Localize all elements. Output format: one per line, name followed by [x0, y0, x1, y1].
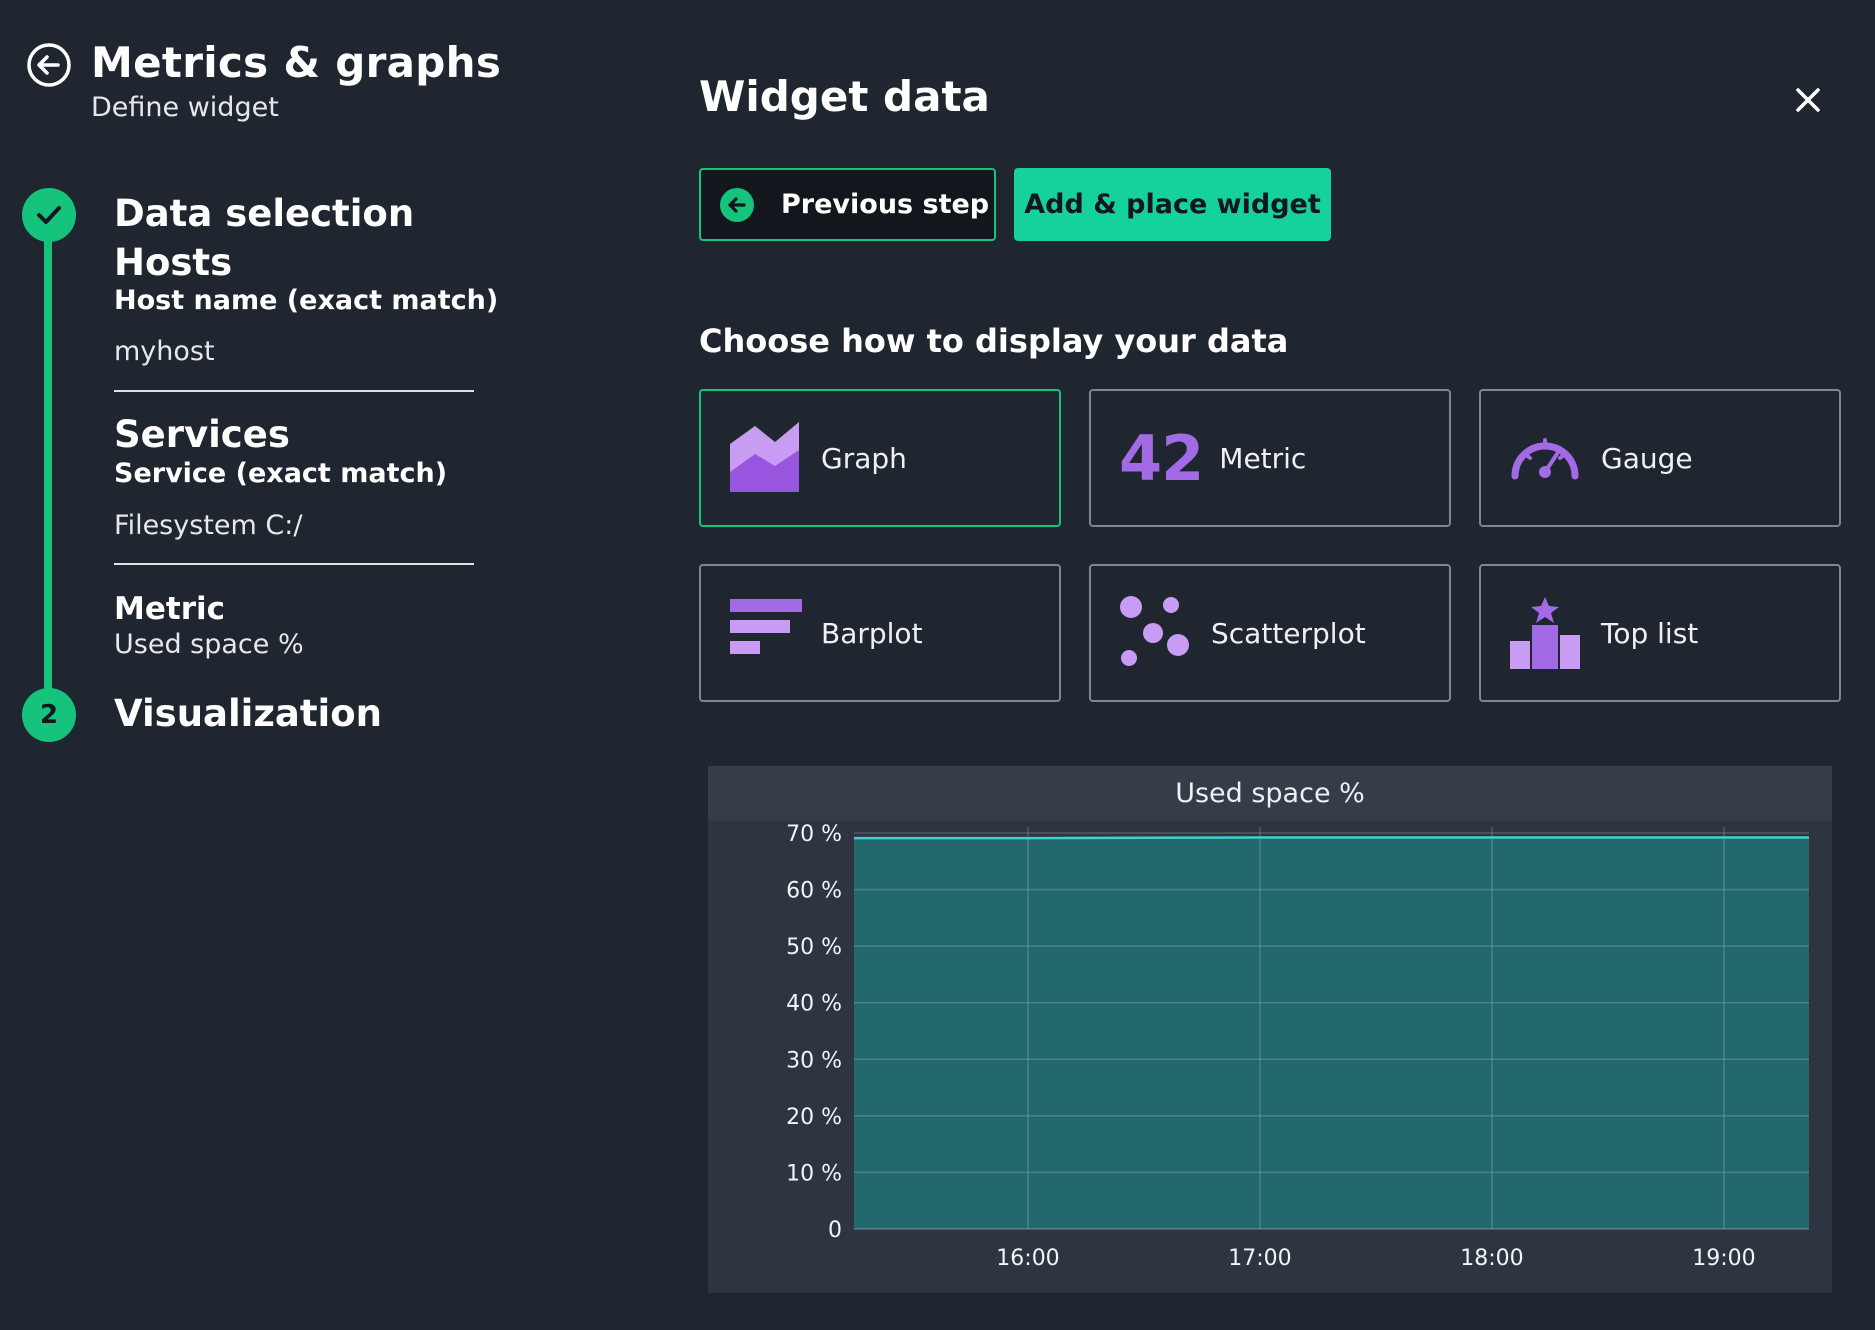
page-title: Metrics & graphs	[91, 38, 502, 87]
previous-step-button[interactable]: Previous step	[699, 168, 996, 241]
metric-heading: Metric	[114, 591, 225, 627]
arrow-left-circle-icon	[720, 187, 754, 222]
chart-y-tick-label: 0	[828, 1218, 842, 1243]
viz-option-label: Top list	[1601, 616, 1699, 650]
viz-option-label: Scatterplot	[1211, 616, 1366, 650]
chart-y-tick-label: 30 %	[786, 1048, 842, 1073]
hosts-heading: Hosts	[114, 241, 233, 284]
chart-title: Used space %	[708, 766, 1832, 821]
step-number-badge: 2	[22, 688, 76, 742]
close-icon[interactable]	[1791, 83, 1825, 117]
gauge-icon	[1511, 438, 1579, 480]
chart-y-tick-label: 70 %	[786, 822, 842, 847]
viz-option-barplot[interactable]: Barplot	[699, 564, 1061, 702]
hosts-label: Host name (exact match)	[114, 285, 499, 316]
chart-y-tick-label: 10 %	[786, 1161, 842, 1186]
viz-option-graph[interactable]: Graph	[699, 389, 1061, 527]
graph-icon	[730, 422, 799, 492]
top-list-icon	[1510, 597, 1580, 669]
metric-value: Used space %	[114, 629, 304, 660]
viz-option-scatterplot[interactable]: Scatterplot	[1089, 564, 1451, 702]
chart-y-tick-label: 20 %	[786, 1105, 842, 1130]
chart-x-tick-label: 18:00	[1460, 1246, 1523, 1271]
chart-series-line	[854, 836, 1809, 840]
scatterplot-icon	[1120, 596, 1189, 666]
viz-option-label: Graph	[821, 441, 907, 475]
panel-title: Widget data	[699, 72, 990, 121]
viz-option-label: Barplot	[821, 616, 923, 650]
back-arrow-icon[interactable]	[26, 42, 72, 88]
chart-y-tick-label: 60 %	[786, 879, 842, 904]
chart-x-tick-label: 19:00	[1692, 1246, 1755, 1271]
barplot-icon	[730, 599, 802, 654]
chart-x-tick-label: 17:00	[1228, 1246, 1291, 1271]
step-complete-badge	[22, 188, 76, 242]
chart-x-tick-label: 16:00	[996, 1246, 1059, 1271]
page-subtitle: Define widget	[91, 92, 279, 123]
services-label: Service (exact match)	[114, 458, 448, 489]
viz-option-label: Gauge	[1601, 441, 1693, 475]
choose-display-title: Choose how to display your data	[699, 322, 1289, 360]
divider	[114, 390, 474, 392]
viz-option-label: Metric	[1219, 441, 1307, 475]
chart-y-tick-label: 40 %	[786, 992, 842, 1017]
chart-area	[854, 837, 1809, 1229]
checkmark-icon	[37, 206, 61, 224]
viz-option-top-list[interactable]: Top list	[1479, 564, 1841, 702]
viz-option-gauge[interactable]: Gauge	[1479, 389, 1841, 527]
step-title-data-selection: Data selection	[114, 192, 415, 235]
services-value: Filesystem C:/	[114, 510, 303, 541]
chart-preview: Used space % 70 % 60 % 50 % 40 % 30 % 20 % 10 …	[708, 766, 1832, 1293]
services-heading: Services	[114, 413, 290, 456]
previous-step-label: Previous step	[781, 189, 990, 220]
add-place-widget-button[interactable]: Add & place widget	[1014, 168, 1331, 241]
viz-option-metric[interactable]: 42 Metric	[1089, 389, 1451, 527]
hosts-value: myhost	[114, 336, 215, 367]
metric-icon: 42	[1119, 421, 1204, 495]
divider	[114, 563, 474, 565]
area-chart: 70 % 60 % 50 % 40 % 30 % 20 % 10 % 0 16:00 17:00 1…	[786, 822, 1809, 1271]
chart-y-tick-label: 50 %	[786, 935, 842, 960]
step-title-visualization: Visualization	[114, 692, 382, 735]
stepper-line	[44, 215, 52, 695]
